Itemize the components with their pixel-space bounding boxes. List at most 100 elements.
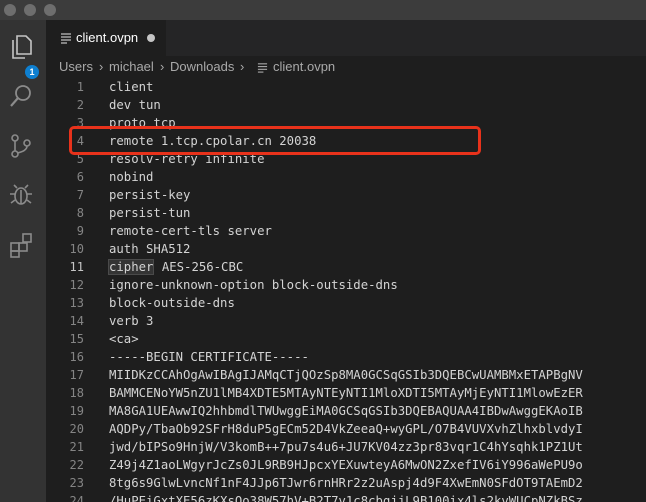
search-icon[interactable]	[7, 82, 35, 110]
code-line[interactable]: 24/HuPEiGxtXE56zKXsOo38W57hV+B2T7v1c8cbq…	[46, 492, 646, 502]
extensions-icon[interactable]	[7, 231, 35, 259]
line-text[interactable]: -----BEGIN CERTIFICATE-----	[109, 348, 309, 366]
code-line[interactable]: 19 MA8GA1UEAwwIQ2hhbmdlTWUwggEiMA0GCSqGSI…	[46, 402, 646, 420]
line-number: 8	[76, 206, 84, 220]
line-number: 7	[76, 188, 84, 202]
breadcrumb-item-users[interactable]: Users	[59, 59, 93, 74]
line-number: 1	[76, 80, 84, 94]
line-number: 10	[69, 242, 84, 256]
breadcrumb-item-michael[interactable]: michael	[109, 59, 154, 74]
line-number: 20	[69, 422, 84, 436]
line-text[interactable]: dev tun	[109, 96, 161, 114]
explorer-icon[interactable]	[7, 32, 35, 60]
code-line[interactable]: 2 dev tun	[46, 96, 646, 114]
line-text[interactable]: Z49j4Z1aoLWgyrJcZs0JL9RB9HJpcxYEXuwteyA6…	[109, 456, 583, 474]
line-number: 2	[76, 98, 84, 112]
line-text[interactable]: jwd/bIPSo9HnjW/V3komB++7pu7s4u6+JU7KV04z…	[109, 438, 583, 456]
line-number: 5	[76, 152, 84, 166]
line-number: 11	[69, 260, 84, 274]
tab-client-ovpn[interactable]: client.ovpn	[46, 20, 166, 56]
line-number: 15	[69, 332, 84, 346]
code-line[interactable]: 4 remote 1.tcp.cpolar.cn 20038	[46, 132, 646, 150]
activity-bar: 1	[0, 20, 46, 502]
line-number: 18	[69, 386, 84, 400]
code-line[interactable]: 22 Z49j4Z1aoLWgyrJcZs0JL9RB9HJpcxYEXuwtey…	[46, 456, 646, 474]
code-line[interactable]: 12 ignore-unknown-option block-outside-dn…	[46, 276, 646, 294]
tab-label: client.ovpn	[76, 30, 139, 45]
lines-file-icon	[61, 33, 71, 44]
code-line[interactable]: 18 BAMMCENoYW5nZU1lMB4XDTE5MTAyNTEyNTI1Ml…	[46, 384, 646, 402]
code-line[interactable]: 17 MIIDKzCCAhOgAwIBAgIJAMqCTjQOzSp8MA0GCS…	[46, 366, 646, 384]
code-line[interactable]: 3 proto tcp	[46, 114, 646, 132]
line-number: 4	[76, 134, 84, 148]
code-line[interactable]: 7 persist-key	[46, 186, 646, 204]
chevron-right-icon: ›	[99, 59, 104, 74]
chevron-right-icon: ›	[240, 59, 245, 74]
code-line[interactable]: 16 -----BEGIN CERTIFICATE-----	[46, 348, 646, 366]
line-text[interactable]: proto tcp	[109, 114, 176, 132]
line-text[interactable]: AQDPy/TbaOb92SFrH8duP5gECm52D4VkZeeaQ+wy…	[109, 420, 583, 438]
line-text[interactable]: client	[109, 78, 153, 96]
line-text[interactable]: block-outside-dns	[109, 294, 235, 312]
code-line[interactable]: 11 cipher AES-256-CBC	[46, 258, 646, 276]
breadcrumb-item-downloads[interactable]: Downloads	[170, 59, 234, 74]
line-text[interactable]: resolv-retry infinite	[109, 150, 264, 168]
code-line[interactable]: 13 block-outside-dns	[46, 294, 646, 312]
line-text[interactable]: remote 1.tcp.cpolar.cn 20038	[109, 132, 316, 150]
breadcrumb: Users › michael › Downloads › client.ovp…	[46, 56, 646, 78]
close-window-button[interactable]	[4, 4, 16, 16]
code-line[interactable]: 8 persist-tun	[46, 204, 646, 222]
line-text-rest: AES-256-CBC	[154, 260, 244, 274]
code-line[interactable]: 15 <ca>	[46, 330, 646, 348]
code-line[interactable]: 20 AQDPy/TbaOb92SFrH8duP5gECm52D4VkZeeaQ+…	[46, 420, 646, 438]
line-number: 6	[76, 170, 84, 184]
line-number: 9	[76, 224, 84, 238]
line-text[interactable]: ignore-unknown-option block-outside-dns	[109, 276, 398, 294]
line-text[interactable]: persist-tun	[109, 204, 190, 222]
code-line[interactable]: 6 nobind	[46, 168, 646, 186]
line-number: 17	[69, 368, 84, 382]
code-line[interactable]: 5 resolv-retry infinite	[46, 150, 646, 168]
chevron-right-icon: ›	[160, 59, 165, 74]
lines-file-icon	[257, 63, 268, 73]
code-line[interactable]: 10 auth SHA512	[46, 240, 646, 258]
line-number: 24	[69, 494, 84, 502]
line-number: 13	[69, 296, 84, 310]
line-number: 14	[69, 314, 84, 328]
window-titlebar	[0, 0, 646, 20]
code-line[interactable]: 21 jwd/bIPSo9HnjW/V3komB++7pu7s4u6+JU7KV0…	[46, 438, 646, 456]
line-text[interactable]: /HuPEiGxtXE56zKXsOo38W57hV+B2T7v1c8cbqjj…	[109, 492, 583, 502]
line-number: 16	[69, 350, 84, 364]
code-line[interactable]: 23 8tg6s9GlwLvncNf1nF4JJp6TJwr6rnHRr2z2uA…	[46, 474, 646, 492]
line-text[interactable]: verb 3	[109, 312, 153, 330]
minimize-window-button[interactable]	[24, 4, 36, 16]
line-text[interactable]: 8tg6s9GlwLvncNf1nF4JJp6TJwr6rnHRr2z2uAsp…	[109, 474, 583, 492]
line-number: 21	[69, 440, 84, 454]
code-line[interactable]: 14 verb 3	[46, 312, 646, 330]
line-text[interactable]: persist-key	[109, 186, 190, 204]
line-number: 19	[69, 404, 84, 418]
unsaved-changes-dot[interactable]	[147, 34, 155, 42]
explorer-badge: 1	[25, 65, 39, 79]
code-line[interactable]: 1 client	[46, 78, 646, 96]
line-number: 22	[69, 458, 84, 472]
maximize-window-button[interactable]	[44, 4, 56, 16]
line-number: 12	[69, 278, 84, 292]
line-number: 23	[69, 476, 84, 490]
selected-word: cipher	[107, 259, 155, 275]
line-text[interactable]: remote-cert-tls server	[109, 222, 272, 240]
debug-icon[interactable]	[7, 180, 35, 208]
line-text[interactable]: MA8GA1UEAwwIQ2hhbmdlTWUwggEiMA0GCSqGSIb3…	[109, 402, 583, 420]
code-line[interactable]: 9 remote-cert-tls server	[46, 222, 646, 240]
code-editor[interactable]: 1 client 2 dev tun 3 proto tcp 4 remote 1.tcp.c…	[46, 78, 646, 502]
line-text[interactable]: <ca>	[109, 330, 139, 348]
line-text[interactable]: MIIDKzCCAhOgAwIBAgIJAMqCTjQOzSp8MA0GCSqG…	[109, 366, 583, 384]
line-text[interactable]: nobind	[109, 168, 153, 186]
source-control-icon[interactable]	[7, 132, 35, 160]
line-number: 3	[76, 116, 84, 130]
breadcrumb-item-file[interactable]: client.ovpn	[273, 59, 335, 74]
editor-tab-strip: client.ovpn	[46, 20, 646, 56]
line-text[interactable]: cipher AES-256-CBC	[107, 258, 244, 276]
line-text[interactable]: auth SHA512	[109, 240, 190, 258]
line-text[interactable]: BAMMCENoYW5nZU1lMB4XDTE5MTAyNTEyNTI1MloX…	[109, 384, 583, 402]
